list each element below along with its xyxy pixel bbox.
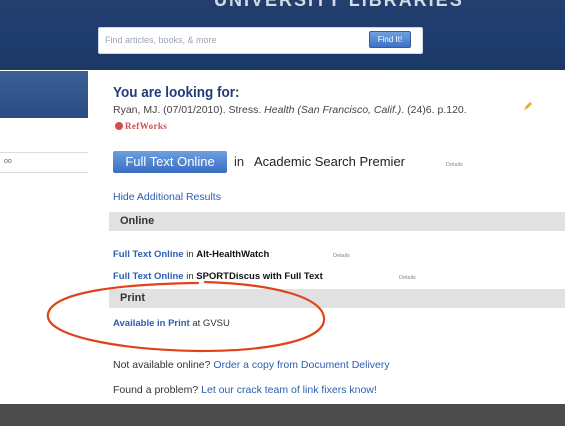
print-section-label: Print — [120, 292, 146, 304]
online-section-header — [109, 212, 565, 231]
citation: Ryan, MJ. (07/01/2010). Stress. Health (… — [113, 104, 467, 116]
print-location: at GVSU — [189, 318, 230, 329]
find-it-button[interactable]: Find It! — [369, 31, 411, 48]
database-name: Alt-HealthWatch — [196, 249, 270, 260]
site-header: UNIVERSITY LIBRARIES Find articles, book… — [0, 0, 565, 70]
document-delivery-link[interactable]: Order a copy from Document Delivery — [213, 359, 389, 371]
online-result-row: Full Text Online in SPORTDiscus with Ful… — [113, 271, 323, 282]
details-link[interactable]: Details — [399, 275, 416, 281]
refworks-icon — [115, 122, 123, 130]
print-section-header — [109, 289, 565, 308]
fulltext-in-text: in — [234, 154, 245, 169]
sidebar-divider — [0, 152, 88, 153]
print-result-row: Available in Print at GVSU — [113, 318, 230, 329]
citation-suffix: . (24)6. p.120. — [401, 104, 467, 116]
available-in-print-link[interactable]: Available in Print — [113, 318, 190, 329]
full-text-online-link[interactable]: Full Text Online — [113, 271, 184, 282]
details-link[interactable]: Details — [333, 253, 350, 259]
citation-prefix: Ryan, MJ. (07/01/2010). Stress. — [113, 104, 265, 116]
database-name: SPORTDiscus with Full Text — [196, 271, 323, 282]
hide-additional-results-link[interactable]: Hide Additional Results — [113, 191, 221, 203]
pencil-icon[interactable] — [523, 101, 533, 111]
looking-for-heading: You are looking for: — [113, 84, 240, 101]
header-title: UNIVERSITY LIBRARIES — [214, 0, 464, 10]
refworks-label: RefWorks — [125, 121, 168, 131]
report-problem-line: Found a problem? Let our crack team of l… — [113, 384, 377, 396]
fulltext-database-name: Academic Search Premier — [254, 154, 405, 169]
document-delivery-line: Not available online? Order a copy from … — [113, 359, 390, 371]
online-result-row: Full Text Online in Alt-HealthWatch — [113, 249, 269, 260]
report-problem-link[interactable]: Let our crack team of link fixers know! — [201, 384, 377, 396]
full-text-online-button[interactable]: Full Text Online — [113, 151, 227, 173]
in-text: in — [183, 249, 197, 260]
doc-delivery-prefix: Not available online? — [113, 359, 214, 371]
full-text-online-link[interactable]: Full Text Online — [113, 249, 184, 260]
sidebar-nav-bar[interactable] — [0, 71, 88, 118]
sidebar-item[interactable]: oo — [4, 158, 12, 165]
page-footer — [0, 404, 565, 426]
problem-prefix: Found a problem? — [113, 384, 202, 396]
refworks-link[interactable]: RefWorks — [115, 121, 167, 131]
details-link[interactable]: Details — [446, 162, 463, 168]
sidebar-divider — [0, 172, 88, 173]
screenshot: UNIVERSITY LIBRARIES Find articles, book… — [0, 0, 565, 426]
citation-journal: Health (San Francisco, Calif.) — [264, 104, 402, 116]
in-text: in — [183, 271, 197, 282]
online-section-label: Online — [120, 215, 155, 227]
